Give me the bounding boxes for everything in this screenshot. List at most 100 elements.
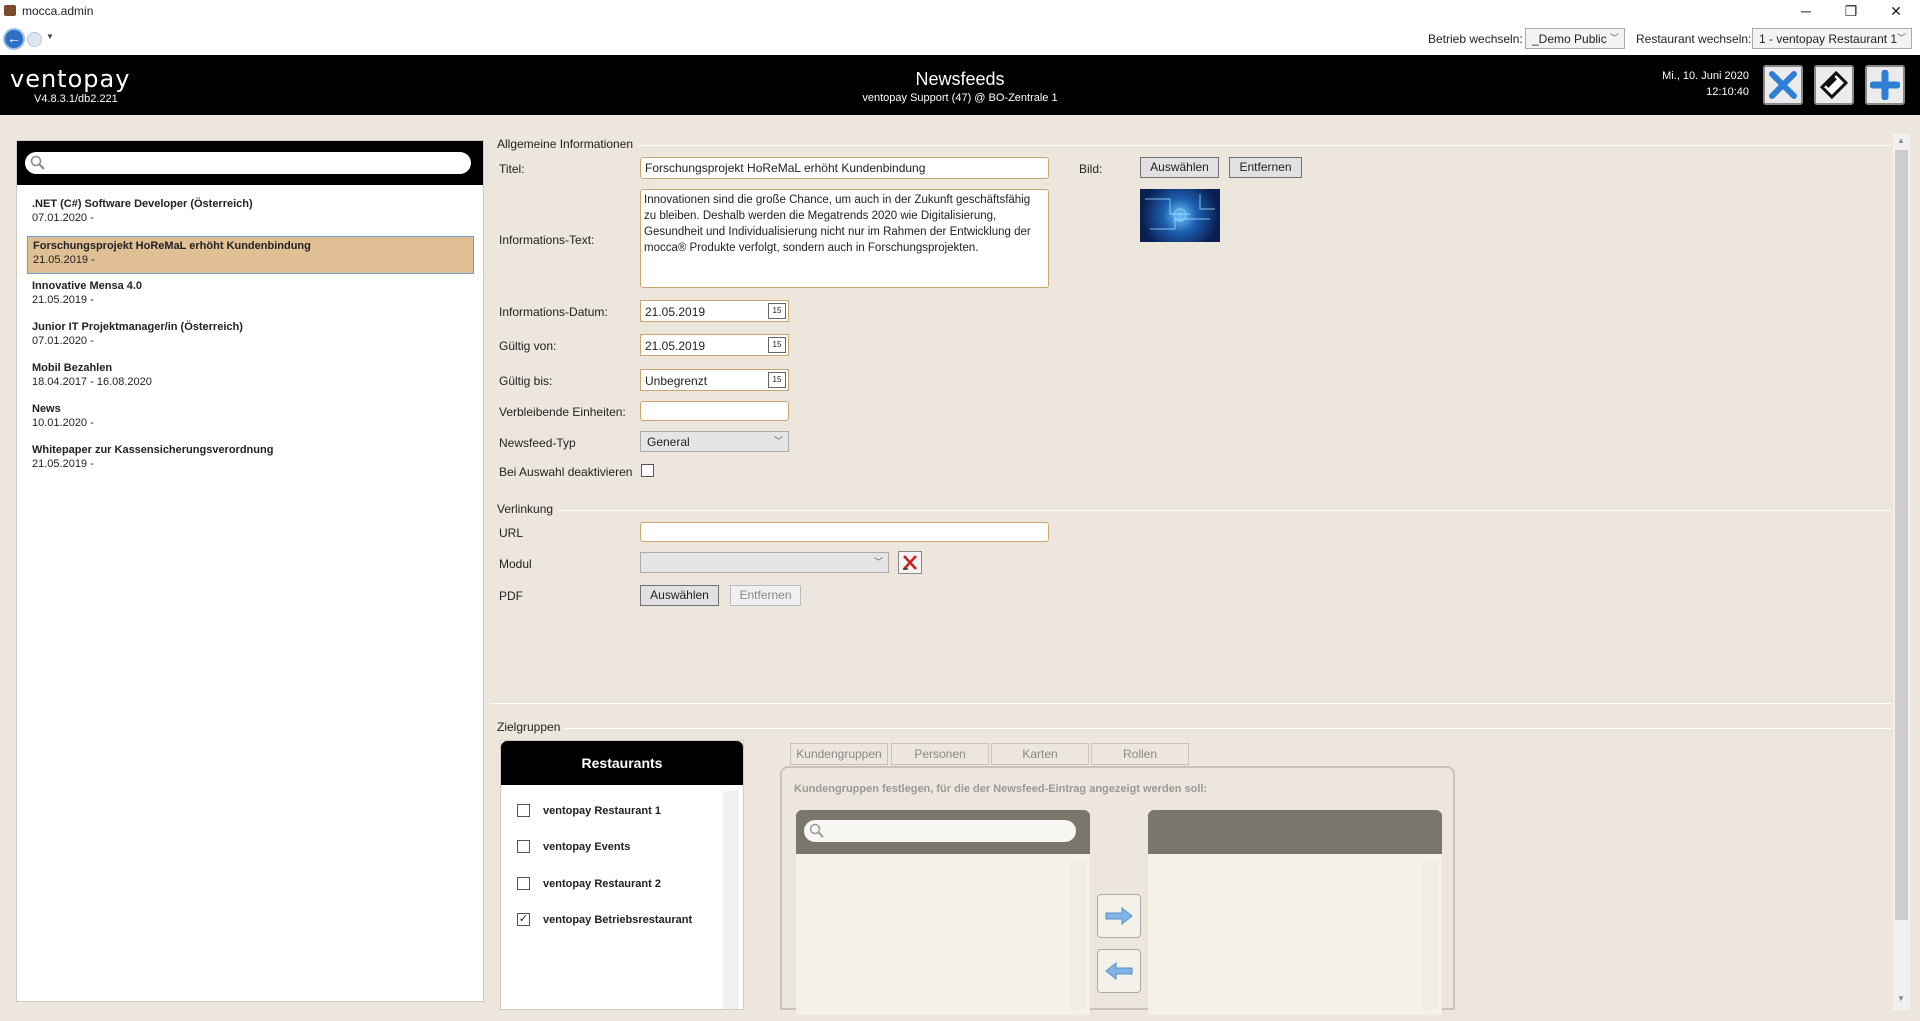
valid-to-value: Unbegrenzt xyxy=(645,374,708,388)
add-button[interactable] xyxy=(1865,65,1905,105)
item-dates: 21.05.2019 - xyxy=(32,294,94,306)
cancel-button[interactable] xyxy=(1763,65,1803,105)
app-header: ventopay V4.8.3.1/db2.221 Newsfeeds vent… xyxy=(0,55,1920,115)
restaurant-row[interactable]: ✓ ventopay Betriebsrestaurant xyxy=(517,912,717,930)
selected-groups-list xyxy=(1148,810,1442,1015)
pdf-select-button[interactable]: Auswählen xyxy=(640,585,719,606)
restaurant-checkbox[interactable] xyxy=(517,877,530,890)
close-x-icon xyxy=(1769,71,1797,99)
page-title: Newsfeeds xyxy=(915,69,1005,89)
list-search-bar xyxy=(17,141,483,185)
available-groups-list xyxy=(796,810,1090,1015)
restaurant-checkbox[interactable] xyxy=(517,840,530,853)
checkmark-icon: ✓ xyxy=(518,913,529,925)
section-link: Verlinkung xyxy=(497,502,554,516)
info-date-value: 21.05.2019 xyxy=(645,305,706,319)
user-subtitle: ventopay Support (47) @ BO-Zentrale 1 xyxy=(862,92,1058,104)
valid-from-picker[interactable]: 21.05.2019 15 xyxy=(640,334,789,356)
chevron-down-icon: ﹀ xyxy=(873,557,883,567)
restaurants-title: Restaurants xyxy=(581,755,663,771)
item-name: Mobil Bezahlen xyxy=(32,362,113,374)
scroll-down-arrow-icon[interactable]: ▼ xyxy=(1897,994,1905,1003)
restaurants-scrollbar[interactable] xyxy=(723,791,739,1009)
available-groups-scrollbar[interactable] xyxy=(1070,860,1086,1010)
search-icon xyxy=(809,823,824,838)
move-right-button[interactable] xyxy=(1097,894,1141,938)
image-select-button[interactable]: Auswählen xyxy=(1140,157,1219,178)
restaurant-label: Restaurant wechseln: xyxy=(1636,32,1752,46)
url-input[interactable] xyxy=(640,522,1049,542)
scroll-up-arrow-icon[interactable]: ▲ xyxy=(1897,136,1905,145)
tab-rollen[interactable]: Rollen xyxy=(1091,743,1189,765)
scrollbar-thumb[interactable] xyxy=(1895,150,1908,920)
pdf-remove-button[interactable]: Entfernen xyxy=(730,585,801,606)
list-item-selected[interactable]: Forschungsprojekt HoReMaL erhöht Kundenb… xyxy=(27,236,474,274)
divider xyxy=(557,510,1891,511)
history-dropdown-icon[interactable]: ▼ xyxy=(46,32,54,41)
move-left-button[interactable] xyxy=(1097,949,1141,993)
divider xyxy=(638,145,1891,146)
item-name: News xyxy=(32,403,61,415)
restore-button[interactable]: ❐ xyxy=(1828,0,1874,22)
list-item[interactable]: News 10.01.2020 - xyxy=(27,400,474,438)
valid-from-label: Gültig von: xyxy=(499,339,557,353)
betrieb-value: _Demo Public xyxy=(1532,32,1607,46)
tab-personen[interactable]: Personen xyxy=(891,743,989,765)
close-window-button[interactable]: ✕ xyxy=(1873,0,1919,22)
calendar-icon[interactable]: 15 xyxy=(768,337,786,353)
deactivate-checkbox[interactable] xyxy=(641,464,654,477)
list-item[interactable]: Mobil Bezahlen 18.04.2017 - 16.08.2020 xyxy=(27,359,474,397)
info-text-label: Informations-Text: xyxy=(499,233,595,247)
list-item[interactable]: Whitepaper zur Kassensicherungsverordnun… xyxy=(27,441,474,479)
info-date-picker[interactable]: 21.05.2019 15 xyxy=(640,300,789,322)
restaurant-select[interactable]: 1 - ventopay Restaurant 1 ﹀ xyxy=(1752,28,1912,49)
restaurant-row[interactable]: ventopay Restaurant 2 xyxy=(517,876,717,894)
restaurant-row[interactable]: ventopay Events xyxy=(517,839,717,857)
image-remove-button[interactable]: Entfernen xyxy=(1229,157,1302,178)
module-select[interactable]: ﹀ xyxy=(640,552,889,573)
section-targets: Zielgruppen xyxy=(497,720,561,734)
chevron-down-icon: ﹀ xyxy=(773,436,783,446)
minimize-button[interactable]: ─ xyxy=(1783,0,1829,22)
list-search-input[interactable] xyxy=(25,152,471,174)
calendar-icon[interactable]: 15 xyxy=(768,303,786,319)
search-icon xyxy=(30,155,45,170)
restaurant-name: ventopay Betriebsrestaurant xyxy=(543,914,693,926)
selected-groups-scrollbar[interactable] xyxy=(1422,860,1438,1010)
item-name: Forschungsprojekt HoReMaL erhöht Kundenb… xyxy=(33,240,311,252)
arrow-right-icon xyxy=(1105,906,1133,926)
restaurants-header: Restaurants xyxy=(501,741,743,785)
list-item[interactable]: Junior IT Projektmanager/in (Österreich)… xyxy=(27,318,474,356)
chevron-down-icon: ﹀ xyxy=(1609,33,1619,43)
betrieb-select[interactable]: _Demo Public ﹀ xyxy=(1525,28,1625,49)
detail-scrollbar[interactable]: ▲ ▼ xyxy=(1893,134,1910,1010)
newsfeed-type-label: Newsfeed-Typ xyxy=(499,436,576,450)
restaurants-panel: Restaurants ventopay Restaurant 1 ventop… xyxy=(500,740,744,1010)
calendar-icon[interactable]: 15 xyxy=(768,372,786,388)
restaurant-row[interactable]: ventopay Restaurant 1 xyxy=(517,803,717,821)
clear-module-button[interactable] xyxy=(898,551,922,574)
selected-groups-header xyxy=(1148,810,1442,854)
groups-search-input[interactable] xyxy=(804,820,1076,842)
back-button[interactable]: ← xyxy=(3,28,25,50)
tab-karten[interactable]: Karten xyxy=(991,743,1089,765)
info-text-value: Innovationen sind die große Chance, um a… xyxy=(644,194,1031,254)
info-date-label: Informations-Datum: xyxy=(499,305,608,319)
valid-to-label: Gültig bis: xyxy=(499,374,553,388)
list-item[interactable]: .NET (C#) Software Developer (Österreich… xyxy=(27,195,474,233)
item-name: Junior IT Projektmanager/in (Österreich) xyxy=(32,321,243,333)
remaining-units-input[interactable] xyxy=(640,401,789,421)
forward-button[interactable] xyxy=(27,32,42,47)
newsfeed-type-select[interactable]: General ﹀ xyxy=(640,431,789,452)
save-button[interactable] xyxy=(1814,65,1854,105)
item-dates: 18.04.2017 - 16.08.2020 xyxy=(32,376,152,388)
info-text-area[interactable]: Innovationen sind die große Chance, um a… xyxy=(640,189,1049,288)
restaurant-checkbox-checked[interactable]: ✓ xyxy=(517,913,530,926)
section-general: Allgemeine Informationen xyxy=(497,137,634,151)
list-item[interactable]: Innovative Mensa 4.0 21.05.2019 - xyxy=(27,277,474,315)
restaurant-checkbox[interactable] xyxy=(517,804,530,817)
plus-icon xyxy=(1870,70,1900,100)
tab-kundengruppen[interactable]: Kundengruppen xyxy=(790,743,888,765)
title-input[interactable]: Forschungsprojekt HoReMaL erhöht Kundenb… xyxy=(640,157,1049,179)
valid-to-picker[interactable]: Unbegrenzt 15 xyxy=(640,369,789,391)
